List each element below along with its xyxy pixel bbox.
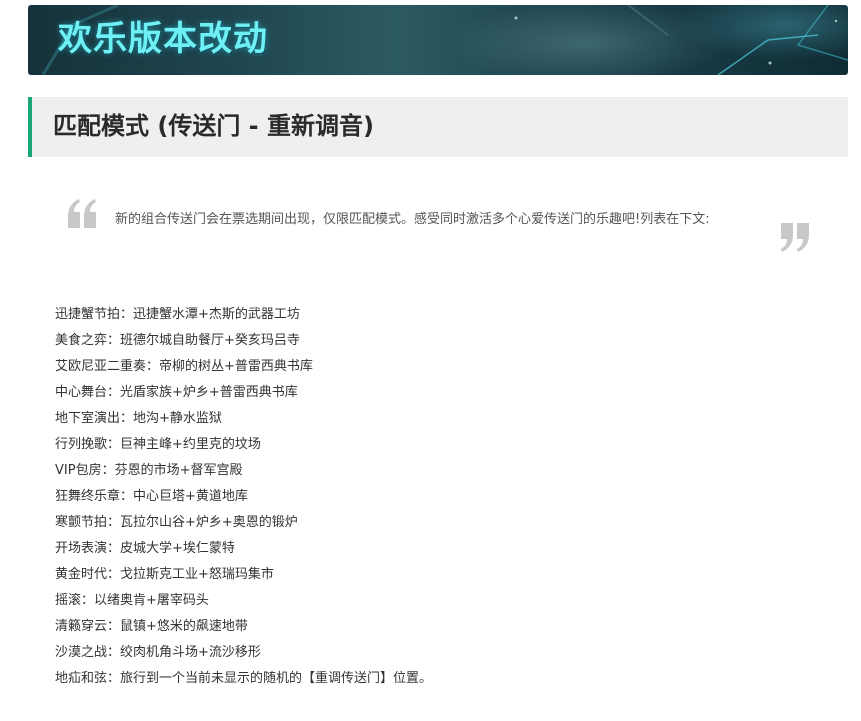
list-item: 艾欧尼亚二重奏：帝柳的树丛+普雷西典书库 <box>55 359 313 374</box>
list-item: 寒颤节拍：瓦拉尔山谷+炉乡+奥恩的锻炉 <box>55 515 298 530</box>
list-item: 迅捷蟹节拍：迅捷蟹水潭+杰斯的武器工坊 <box>55 307 300 322</box>
list-item: 狂舞终乐章：中心巨塔+黄道地库 <box>55 489 248 504</box>
list-item: 地疝和弦：旅行到一个当前未显示的随机的【重调传送门】位置。 <box>55 671 433 686</box>
quote-text: 新的组合传送门会在票选期间出现，仅限匹配模式。感受同时激活多个心爱传送门的乐趣吧… <box>115 212 710 227</box>
banner-title: 欢乐版本改动 <box>58 19 268 59</box>
section-title: 匹配模式 (传送门 - 重新调音) <box>53 112 374 140</box>
list-item: 地下室演出：地沟+静水监狱 <box>55 411 222 426</box>
list-item: 摇滚：以绪奥肯+屠宰码头 <box>55 593 209 608</box>
section-header: 匹配模式 (传送门 - 重新调音) <box>28 97 848 157</box>
close-quote-icon <box>777 221 811 255</box>
mode-list: 迅捷蟹节拍：迅捷蟹水潭+杰斯的武器工坊 美食之弈：班德尔城自助餐厅+癸亥玛吕寺 … <box>55 304 432 694</box>
header-banner: 欢乐版本改动 <box>28 5 848 75</box>
list-item: 中心舞台：光盾家族+炉乡+普雷西典书库 <box>55 385 298 400</box>
list-item: 清籁穿云：鼠镇+悠米的飙速地带 <box>55 619 248 634</box>
list-item: 沙漠之战：绞肉机角斗场+流沙移形 <box>55 645 261 660</box>
list-item: 行列挽歌：巨神主峰+约里克的坟场 <box>55 437 261 452</box>
list-item: 开场表演：皮城大学+埃仁蒙特 <box>55 541 235 556</box>
list-item: VIP包房：芬恩的市场+督军宫殿 <box>55 463 243 478</box>
list-item: 美食之弈：班德尔城自助餐厅+癸亥玛吕寺 <box>55 333 300 348</box>
list-item: 黄金时代：戈拉斯克工业+怒瑞玛集市 <box>55 567 274 582</box>
open-quote-icon <box>66 196 100 230</box>
